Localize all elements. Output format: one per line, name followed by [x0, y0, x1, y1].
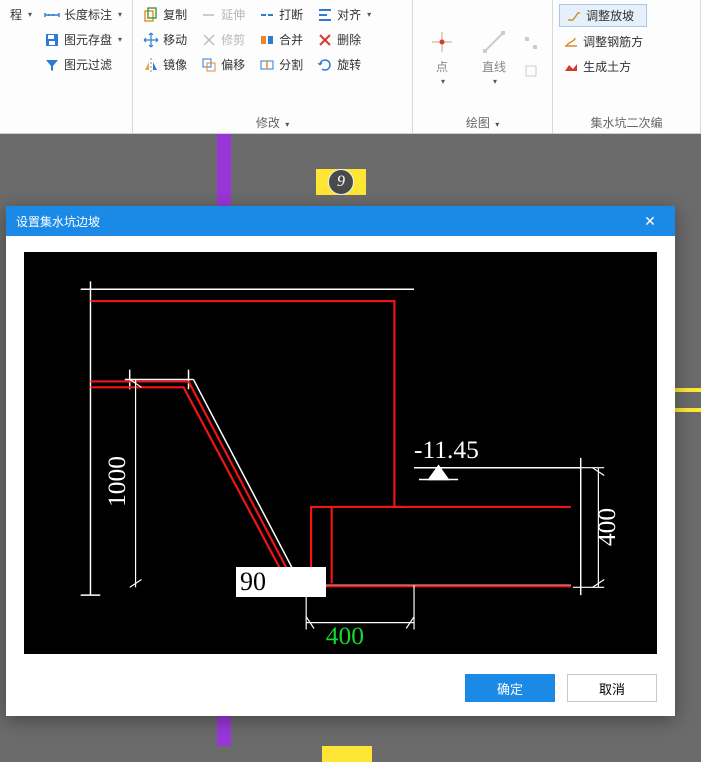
trim-button: 修剪 — [197, 29, 249, 50]
copy-icon — [143, 7, 159, 23]
mirror-icon — [143, 57, 159, 73]
dialog-close-button[interactable]: ✕ — [635, 206, 665, 236]
merge-icon — [259, 32, 275, 48]
rotate-icon — [317, 57, 333, 73]
rotate-button[interactable]: 旋转 — [313, 54, 375, 75]
chevron-down-icon: ▾ — [367, 10, 371, 19]
dim-left-depth: 1000 — [102, 456, 131, 507]
save-element-button[interactable]: 图元存盘▾ — [40, 29, 126, 50]
section-svg: 1000 400 400 -11.45 — [24, 252, 657, 654]
align-button[interactable]: 对齐▾ — [313, 4, 375, 25]
split-button[interactable]: 分割 — [255, 54, 307, 75]
close-icon: ✕ — [644, 213, 656, 230]
bottom-strip — [0, 746, 701, 762]
trim-icon — [201, 32, 217, 48]
chevron-down-icon: ▾ — [285, 120, 289, 129]
ribbon-group-tools: 程▾ 长度标注▾ 图元存盘▾ 图元过滤 — [0, 0, 133, 133]
cancel-button[interactable]: 取消 — [567, 674, 657, 702]
point-icon — [428, 28, 456, 56]
line-icon — [480, 28, 508, 56]
extend-icon — [201, 7, 217, 23]
move-icon — [143, 32, 159, 48]
slope-icon — [566, 8, 582, 24]
length-dimension-button[interactable]: 长度标注▾ — [40, 4, 126, 25]
group-label — [6, 127, 126, 133]
dialog-body: 1000 400 400 -11.45 — [6, 236, 675, 664]
extend-button: 延伸 — [197, 4, 249, 25]
break-icon — [259, 7, 275, 23]
ribbon-group-draw: 点 ▾ 直线 ▾ 绘图 ▾ — [413, 0, 553, 133]
mirror-button[interactable]: 镜像 — [139, 54, 191, 75]
dialog-titlebar: 设置集水坑边坡 ✕ — [6, 206, 675, 236]
group-label-sump: 集水坑二次编 — [559, 110, 694, 133]
misc-draw-icon-1[interactable] — [523, 35, 539, 51]
offset-button[interactable]: 偏移 — [197, 54, 249, 75]
generate-earth-button[interactable]: 生成土方 — [559, 56, 647, 77]
ribbon-toolbar: 程▾ 长度标注▾ 图元存盘▾ 图元过滤 — [0, 0, 701, 134]
adjust-rebar-button[interactable]: 调整钢筋方 — [559, 31, 647, 52]
align-icon — [317, 7, 333, 23]
dialog-title: 设置集水坑边坡 — [16, 213, 100, 230]
delete-button[interactable]: 删除 — [313, 29, 375, 50]
point-button[interactable]: 点 ▾ — [419, 28, 465, 86]
dim-right-depth: 400 — [592, 508, 621, 546]
dim-bottom-width: 400 — [326, 621, 364, 650]
section-drawing[interactable]: 1000 400 400 -11.45 — [24, 252, 657, 654]
chevron-down-icon: ▾ — [493, 77, 497, 86]
earth-icon — [563, 59, 579, 75]
misc-draw-icon-2[interactable] — [523, 63, 539, 79]
delete-icon — [317, 32, 333, 48]
offset-icon — [201, 57, 217, 73]
chevron-down-icon: ▾ — [441, 77, 445, 86]
move-button[interactable]: 移动 — [139, 29, 191, 50]
axis-bubble: 9 — [328, 169, 354, 195]
chevron-down-icon: ▾ — [118, 10, 122, 19]
dim-level: -11.45 — [414, 435, 479, 464]
filter-element-button[interactable]: 图元过滤 — [40, 54, 126, 75]
chevron-down-icon: ▾ — [28, 10, 32, 19]
copy-button[interactable]: 复制 — [139, 4, 191, 25]
dialog-footer: 确定 取消 — [6, 664, 675, 716]
ribbon-group-modify: 复制 移动 镜像 延伸 修剪 偏移 打断 合并 分割 对齐▾ 删除 旋转 修改 … — [133, 0, 413, 133]
funnel-icon — [44, 57, 60, 73]
adjust-slope-button[interactable]: 调整放坡 — [559, 4, 647, 27]
split-icon — [259, 57, 275, 73]
ok-button[interactable]: 确定 — [465, 674, 555, 702]
disk-icon — [44, 32, 60, 48]
merge-button[interactable]: 合并 — [255, 29, 307, 50]
group-label-modify: 修改 ▾ — [139, 110, 406, 133]
cheng-button[interactable]: 程▾ — [6, 4, 36, 25]
slope-settings-dialog: 设置集水坑边坡 ✕ — [6, 206, 675, 716]
slope-angle-input[interactable] — [236, 567, 326, 597]
rebar-icon — [563, 34, 579, 50]
ruler-icon — [44, 7, 60, 23]
group-label-draw: 绘图 ▾ — [419, 110, 546, 133]
ribbon-group-sump: 调整放坡 调整钢筋方 生成土方 集水坑二次编 — [553, 0, 701, 133]
chevron-down-icon: ▾ — [495, 120, 499, 129]
line-button[interactable]: 直线 ▾ — [471, 28, 517, 86]
chevron-down-icon: ▾ — [118, 35, 122, 44]
break-button[interactable]: 打断 — [255, 4, 307, 25]
